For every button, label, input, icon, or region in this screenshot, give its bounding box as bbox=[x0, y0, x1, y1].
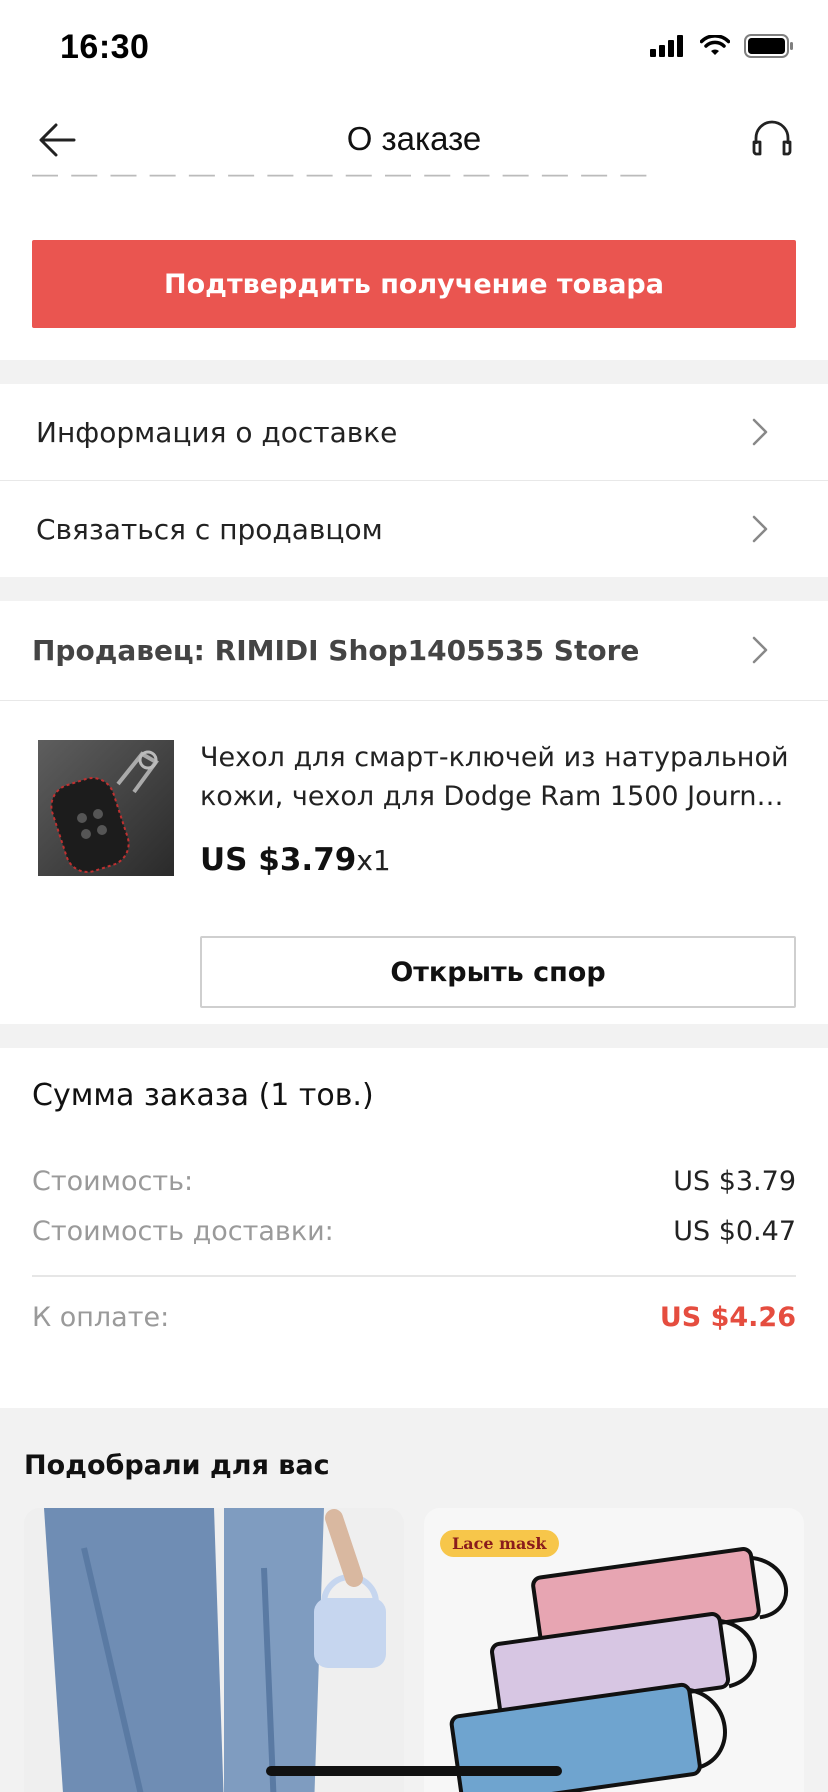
product-quantity: x1 bbox=[356, 844, 391, 877]
chevron-right-icon bbox=[752, 418, 768, 446]
status-icons bbox=[650, 34, 794, 58]
shipping-row: Стоимость доставки: US $0.47 bbox=[32, 1216, 796, 1247]
total-value: US $4.26 bbox=[659, 1302, 796, 1333]
seller-name: Продавец: RIMIDI Shop1405535 Store bbox=[32, 633, 640, 667]
product-title[interactable]: Чехол для смарт-ключей из натуральной ко… bbox=[200, 738, 790, 816]
seller-row[interactable]: Продавец: RIMIDI Shop1405535 Store bbox=[0, 601, 828, 699]
recommended-product-card[interactable]: Lace mask bbox=[424, 1508, 804, 1792]
delivery-info-row[interactable]: Информация о доставке bbox=[0, 384, 828, 480]
product-thumbnail[interactable] bbox=[38, 740, 174, 876]
key-fob-case-image bbox=[38, 740, 174, 876]
cost-value: US $3.79 bbox=[673, 1166, 796, 1197]
shipping-label: Стоимость доставки: bbox=[32, 1216, 334, 1247]
product-title-line-1: Чехол для смарт-ключей из натуральной bbox=[200, 742, 789, 773]
recommendations-section: Подобрали для вас Lace mask bbox=[0, 1408, 828, 1792]
chevron-right-icon bbox=[752, 515, 768, 543]
cost-row: Стоимость: US $3.79 bbox=[32, 1166, 796, 1197]
cost-label: Стоимость: bbox=[32, 1166, 194, 1197]
contact-seller-label: Связаться с продавцом bbox=[36, 512, 383, 546]
summary-divider bbox=[32, 1275, 796, 1277]
confirm-receipt-button[interactable]: Подтвердить получение товара bbox=[32, 240, 796, 328]
product-price-value: US $3.79 bbox=[200, 842, 357, 878]
cellular-signal-icon bbox=[650, 35, 683, 57]
page-title: О заказе bbox=[346, 120, 482, 157]
product-title-line-2: кожи, чехол для Dodge Ram 1500 Journey..… bbox=[200, 781, 790, 812]
status-time: 16:30 bbox=[60, 28, 150, 66]
lace-mask-badge: Lace mask bbox=[440, 1530, 559, 1557]
chevron-right-icon bbox=[752, 636, 768, 664]
delivery-info-label: Информация о доставке bbox=[36, 415, 398, 449]
home-indicator[interactable] bbox=[266, 1766, 562, 1776]
scrolled-text-remnant: — — — — — — — — — — — — — — — — bbox=[32, 170, 650, 188]
order-details-screen: 16:30 О заказе — — — — — — — — — — — — —… bbox=[0, 0, 828, 1792]
section-gap bbox=[0, 360, 828, 384]
order-summary-title: Сумма заказа (1 тов.) bbox=[32, 1078, 374, 1113]
support-button[interactable] bbox=[746, 114, 798, 166]
section-gap bbox=[0, 577, 828, 601]
divider bbox=[0, 700, 828, 701]
recommended-product-card[interactable] bbox=[24, 1508, 404, 1792]
headset-icon bbox=[752, 120, 792, 156]
jeans-product-image bbox=[24, 1508, 404, 1792]
shipping-value: US $0.47 bbox=[673, 1216, 796, 1247]
status-bar: 16:30 bbox=[0, 0, 828, 92]
battery-icon bbox=[744, 34, 793, 58]
total-label: К оплате: bbox=[32, 1302, 170, 1333]
section-gap bbox=[0, 1024, 828, 1048]
contact-seller-row[interactable]: Связаться с продавцом bbox=[0, 481, 828, 577]
product-price: US $3.79x1 bbox=[200, 842, 391, 878]
open-dispute-button[interactable]: Открыть спор bbox=[200, 936, 796, 1008]
total-row: К оплате: US $4.26 bbox=[32, 1302, 796, 1333]
recommendations-title: Подобрали для вас bbox=[24, 1450, 330, 1481]
wifi-icon bbox=[700, 35, 730, 55]
